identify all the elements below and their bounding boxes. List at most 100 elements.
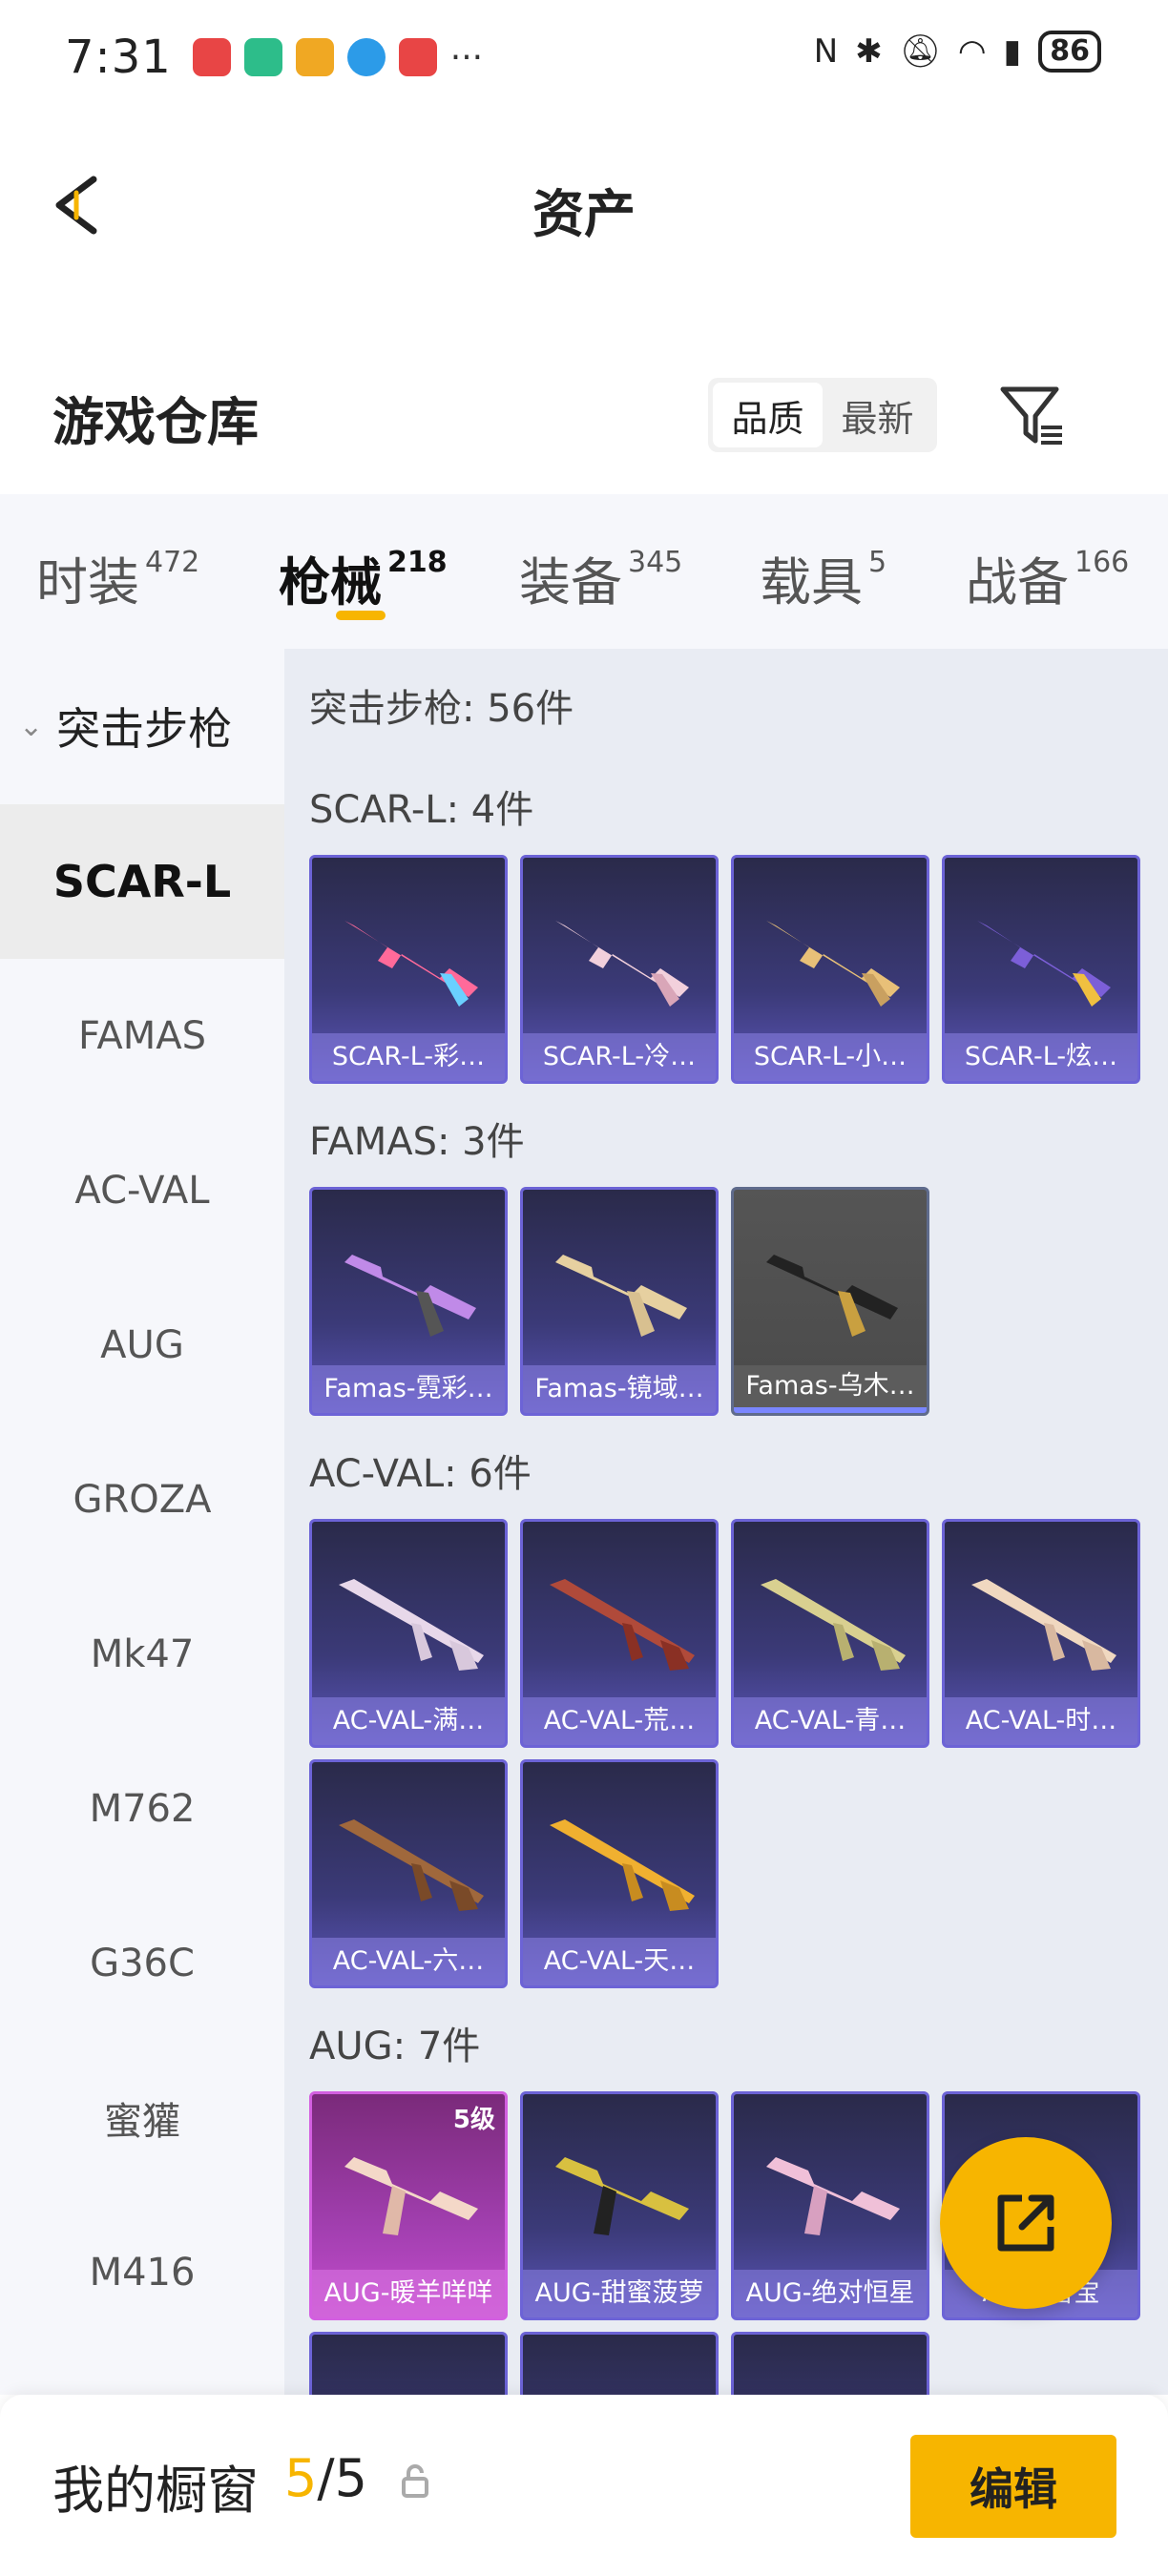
lock-icon [402, 2464, 428, 2498]
app-notification-icon [192, 38, 231, 76]
share-button[interactable] [940, 2137, 1112, 2309]
item-card[interactable]: AC-VAL-荒… [520, 1519, 719, 1748]
item-name: AUG-暖羊咩咩 [312, 2270, 505, 2317]
item-card[interactable]: Famas-乌木… [731, 1187, 929, 1416]
item-card[interactable]: Famas-镜域… [520, 1187, 719, 1416]
tab-weapons[interactable]: 枪械 218 [279, 540, 448, 615]
item-card[interactable]: AC-VAL-满… [309, 1519, 508, 1748]
sidebar-group-label: 突击步枪 [56, 703, 233, 755]
item-card[interactable]: SCAR-L-彩… [309, 855, 508, 1084]
sidebar-item-famas[interactable]: FAMAS [0, 959, 284, 1113]
app-notification-icon [243, 38, 282, 76]
tab-vehicles[interactable]: 载具 5 [760, 540, 886, 615]
active-tab-indicator [336, 611, 386, 620]
item-card[interactable]: AC-VAL-时… [942, 1519, 1140, 1748]
item-name: Famas-镜域… [523, 1365, 716, 1413]
showcase-current: 5 [284, 2448, 318, 2508]
item-name: Famas-霓彩… [312, 1365, 505, 1413]
showcase-separator: / [317, 2448, 335, 2508]
sidebar-item-m762[interactable]: M762 [0, 1732, 284, 1886]
tab-gear[interactable]: 战备 166 [966, 540, 1129, 615]
sidebar-item-groza[interactable]: GROZA [0, 1423, 284, 1577]
sidebar-group-assault-rifles[interactable]: ⌄ 突击步枪 [19, 695, 232, 758]
tab-count: 218 [387, 546, 448, 579]
sort-by-newest[interactable]: 最新 [823, 383, 932, 447]
page-title: 资产 [532, 184, 636, 244]
sidebar-item-scar-l[interactable]: SCAR-L [0, 804, 284, 959]
item-name: SCAR-L-彩… [312, 1033, 505, 1081]
rifle-icon [550, 1819, 695, 1911]
status-indicators: N ✱ 🔕︎ ◠ ▮ 86 [814, 31, 1101, 73]
sidebar-item-aug[interactable]: AUG [0, 1268, 284, 1423]
sort-by-quality[interactable]: 品质 [713, 383, 823, 447]
sim-icon: ▮ [1003, 32, 1022, 71]
showcase-count: 5/5 [284, 2448, 367, 2508]
item-card[interactable]: SCAR-L-炫… [942, 855, 1140, 1084]
chevron-down-icon: ⌄ [19, 709, 44, 743]
item-name: AC-VAL-荒… [523, 1697, 716, 1745]
sidebar-item-mk47[interactable]: Mk47 [0, 1577, 284, 1732]
item-card[interactable]: AC-VAL-天… [520, 1759, 719, 1988]
item-name: AC-VAL-满… [312, 1697, 505, 1745]
item-name: AC-VAL-青… [734, 1697, 927, 1745]
rifle-icon [555, 921, 689, 1007]
sidebar-item-honey-badger[interactable]: 蜜獾 [0, 2041, 284, 2195]
app-notification-icon [295, 38, 334, 76]
sidebar-item-ac-val[interactable]: AC-VAL [0, 1113, 284, 1268]
item-card[interactable]: AUG-绝对恒星 [731, 2091, 929, 2320]
tab-label: 时装 [36, 552, 139, 613]
section-title-ac-val: AC-VAL: 6件 [309, 1452, 532, 1496]
warehouse-title: 游戏仓库 [52, 392, 259, 452]
rifle-icon [761, 1579, 906, 1671]
tab-label: 装备 [519, 552, 622, 613]
sidebar-item-m416[interactable]: M416 [0, 2195, 284, 2350]
filter-icon [1000, 386, 1062, 445]
app-notification-icon [398, 38, 437, 76]
tab-fashion[interactable]: 时装 472 [36, 540, 199, 615]
item-card[interactable]: SCAR-L-小… [731, 855, 929, 1084]
item-card[interactable]: SCAR-L-冷… [520, 855, 719, 1084]
item-name: SCAR-L-冷… [523, 1033, 716, 1081]
tab-count: 166 [1074, 546, 1130, 579]
sidebar-item-g36c[interactable]: G36C [0, 1886, 284, 2041]
section-title-scar-l: SCAR-L: 4件 [309, 788, 534, 832]
status-more: ··· [449, 37, 484, 77]
tab-count: 5 [868, 546, 887, 579]
item-name: AUG-甜蜜菠萝 [523, 2270, 716, 2317]
sidebar: ⌄ 突击步枪 SCAR-L FAMAS AC-VAL AUG GROZA Mk4… [0, 649, 284, 2395]
item-name: AC-VAL-六… [312, 1938, 505, 1985]
status-app-icons [192, 38, 437, 76]
rifle-icon [766, 1255, 898, 1337]
section-title-aug: AUG: 7件 [309, 2025, 481, 2068]
tab-count: 472 [145, 546, 200, 579]
item-card[interactable]: AUG-甜蜜菠萝 [520, 2091, 719, 2320]
filter-button[interactable] [997, 382, 1066, 450]
item-card[interactable]: AC-VAL-六… [309, 1759, 508, 1988]
rifle-icon [766, 2157, 900, 2235]
showcase-title: 我的橱窗 [52, 2461, 259, 2521]
tab-label: 载具 [760, 552, 863, 613]
item-name: Famas-乌木… [734, 1365, 927, 1413]
rifle-icon [555, 1255, 687, 1337]
section-title-famas: FAMAS: 3件 [309, 1120, 525, 1164]
wifi-icon: ◠ [957, 32, 987, 71]
item-card[interactable]: AC-VAL-青… [731, 1519, 929, 1748]
item-card[interactable] [520, 2332, 719, 2395]
rifle-icon [339, 1819, 484, 1911]
item-card[interactable]: 5级 AUG-暖羊咩咩 [309, 2091, 508, 2320]
item-card[interactable]: Famas-霓彩… [309, 1187, 508, 1416]
item-grid-content: 突击步枪: 56件 SCAR-L: 4件 SCAR-L-彩… SCAR-L-冷…… [284, 649, 1168, 2395]
edit-button[interactable]: 编辑 [910, 2435, 1116, 2538]
tab-equipment[interactable]: 装备 345 [519, 540, 682, 615]
showcase-total: 5 [334, 2448, 367, 2508]
battery-indicator: 86 [1038, 31, 1101, 73]
item-card[interactable] [309, 2332, 508, 2395]
item-name: AUG-绝对恒星 [734, 2270, 927, 2317]
item-name: SCAR-L-炫… [945, 1033, 1137, 1081]
rifle-icon [344, 921, 478, 1007]
item-card[interactable] [731, 2332, 929, 2395]
tab-label: 战备 [966, 552, 1069, 613]
tab-count: 345 [628, 546, 683, 579]
rifle-icon [971, 1579, 1116, 1671]
tab-label: 枪械 [279, 552, 382, 613]
